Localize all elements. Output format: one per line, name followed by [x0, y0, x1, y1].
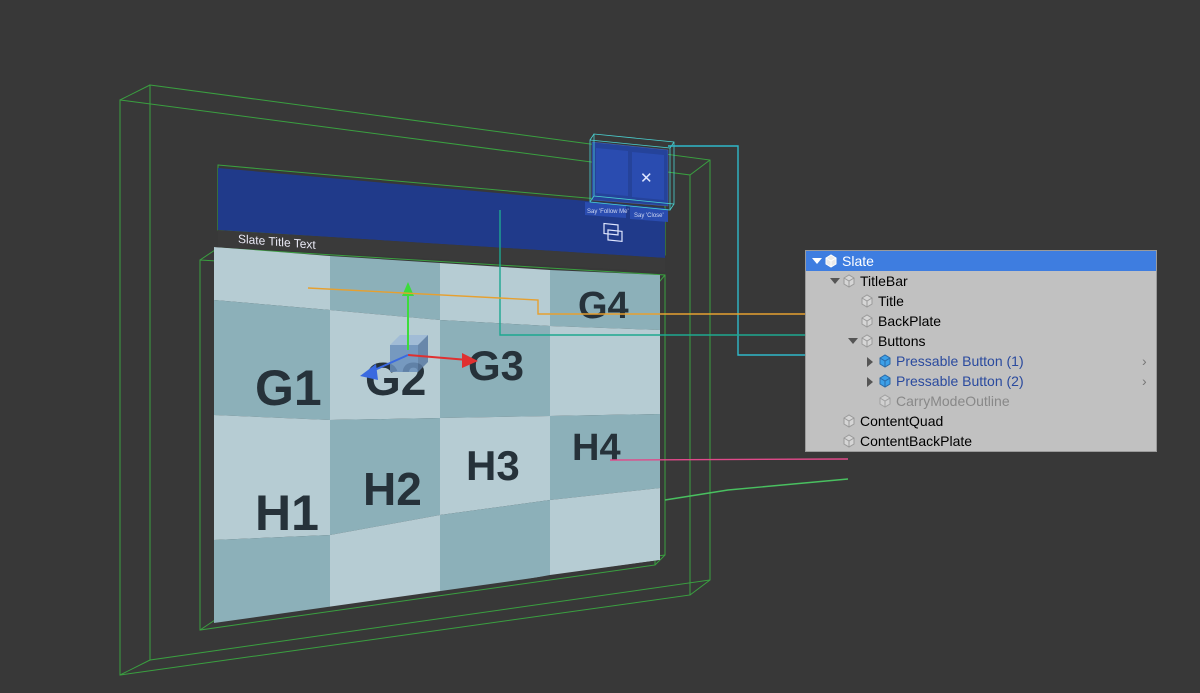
svg-text:Say 'Close': Say 'Close' — [634, 213, 664, 219]
prefab-icon — [878, 354, 892, 368]
hierarchy-label: BackPlate — [878, 311, 1156, 331]
hierarchy-label: CarryModeOutline — [896, 391, 1156, 411]
hierarchy-label: Slate — [842, 251, 1156, 271]
hierarchy-row-buttons[interactable]: Buttons — [806, 331, 1156, 351]
prefab-icon — [878, 374, 892, 388]
hierarchy-label: Pressable Button (1) — [896, 351, 1156, 371]
expand-toggle-icon[interactable] — [846, 335, 858, 347]
cell-g1: G1 — [255, 360, 322, 416]
chevron-right-icon[interactable]: › — [1142, 375, 1150, 387]
expand-toggle-icon[interactable] — [828, 275, 840, 287]
hierarchy-panel[interactable]: Slate TitleBar Title BackPlate Buttons — [805, 250, 1157, 452]
gameobject-icon — [860, 314, 874, 328]
gameobject-icon — [824, 254, 838, 268]
expand-toggle-icon[interactable] — [864, 355, 876, 367]
chevron-right-icon[interactable]: › — [1142, 355, 1150, 367]
close-button[interactable]: ✕ — [632, 152, 664, 200]
hierarchy-label: ContentBackPlate — [860, 431, 1156, 451]
gameobject-icon — [860, 334, 874, 348]
gameobject-icon — [878, 394, 892, 408]
content-quad: G1 G2 G3 G4 H1 H2 H3 H4 — [214, 247, 660, 623]
hierarchy-label: Title — [878, 291, 1156, 311]
cell-g3: G3 — [468, 342, 524, 389]
hierarchy-label: Buttons — [878, 331, 1156, 351]
hierarchy-label: ContentQuad — [860, 411, 1156, 431]
hierarchy-label: TitleBar — [860, 271, 1156, 291]
svg-text:Say 'Follow Me': Say 'Follow Me' — [587, 209, 629, 215]
hierarchy-label: Pressable Button (2) — [896, 371, 1156, 391]
gameobject-icon — [842, 434, 856, 448]
hierarchy-row-titlebar[interactable]: TitleBar — [806, 271, 1156, 291]
hierarchy-row-pressable-2[interactable]: Pressable Button (2) › — [806, 371, 1156, 391]
hierarchy-row-slate[interactable]: Slate — [806, 251, 1156, 271]
close-icon: ✕ — [640, 170, 653, 187]
cell-h4: H4 — [572, 427, 621, 469]
hierarchy-row-backplate[interactable]: BackPlate — [806, 311, 1156, 331]
cell-g4: G4 — [578, 285, 629, 327]
gameobject-icon — [842, 274, 856, 288]
hierarchy-row-contentbackplate[interactable]: ContentBackPlate — [806, 431, 1156, 451]
cell-h3: H3 — [466, 442, 520, 489]
hierarchy-row-pressable-1[interactable]: Pressable Button (1) › — [806, 351, 1156, 371]
hierarchy-row-carrymode[interactable]: CarryModeOutline — [806, 391, 1156, 411]
hierarchy-row-title[interactable]: Title — [806, 291, 1156, 311]
gameobject-icon — [842, 414, 856, 428]
gameobject-icon — [860, 294, 874, 308]
cell-h1: H1 — [255, 485, 319, 541]
expand-toggle-icon[interactable] — [864, 375, 876, 387]
hierarchy-row-contentquad[interactable]: ContentQuad — [806, 411, 1156, 431]
expand-toggle-icon[interactable] — [810, 255, 822, 267]
cell-h2: H2 — [363, 463, 422, 515]
